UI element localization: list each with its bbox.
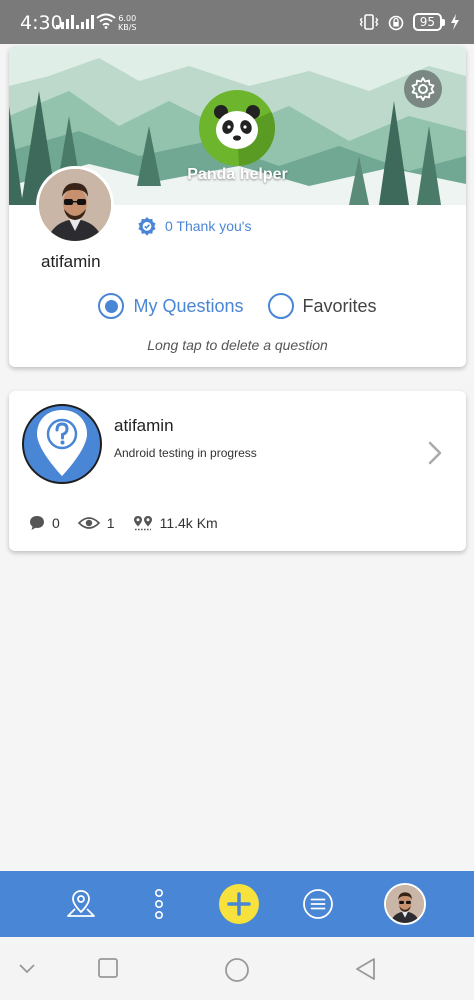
thanks-counter: 0 Thank you's: [137, 216, 251, 236]
recents-icon[interactable]: [97, 957, 119, 979]
question-card[interactable]: atifamin Android testing in progress 0 1: [9, 391, 466, 551]
profile-card: Panda helper 0 Thank you's atifamin My Q…: [9, 46, 466, 367]
distance-value: 11.4k Km: [159, 515, 218, 531]
profile-username: atifamin: [41, 252, 101, 271]
avatar-photo: [386, 885, 424, 923]
comments-stat: 0: [29, 515, 60, 531]
question-author: atifamin: [114, 416, 174, 435]
panda-badge: [199, 90, 275, 166]
nav-profile-avatar[interactable]: [384, 883, 426, 925]
panda-icon: [214, 105, 275, 166]
tab-favorites-label: Favorites: [302, 295, 377, 316]
battery-level: 95: [419, 15, 435, 29]
question-stats: 0 1 11.4k Km: [29, 515, 218, 531]
home-icon[interactable]: [224, 957, 250, 983]
back-icon[interactable]: [354, 957, 378, 981]
views-stat: 1: [77, 515, 115, 531]
eye-icon: [77, 517, 100, 529]
distance-stat: 11.4k Km: [133, 515, 218, 531]
signal-icon: [76, 15, 94, 29]
bottom-nav: [0, 871, 474, 937]
wifi-icon: [96, 13, 116, 29]
tab-favorites[interactable]: Favorites: [267, 293, 377, 319]
network-speed-unit: KB/S: [118, 23, 137, 32]
question-avatar: [22, 404, 102, 484]
delete-hint: Long tap to delete a question: [147, 337, 328, 353]
signal-icon: [56, 15, 74, 29]
nav-list-button[interactable]: [298, 884, 338, 924]
question-filter: My Questions Favorites: [9, 293, 466, 319]
radio-checked-icon: [98, 293, 125, 319]
status-bar: 4:30 6.00 KB/S 95: [0, 0, 474, 44]
thanks-text: 0 Thank you's: [165, 218, 252, 234]
charging-icon: [451, 14, 459, 30]
comments-count: 0: [52, 515, 60, 531]
system-nav-bar: [0, 937, 474, 1000]
vibrate-icon: [359, 14, 379, 30]
network-speed-value: 6.00: [118, 14, 137, 23]
badge-check-icon: [138, 217, 156, 236]
list-icon: [303, 889, 333, 919]
question-text: Android testing in progress: [114, 446, 257, 460]
collapse-chevron-icon[interactable]: [18, 963, 36, 975]
nav-more-button[interactable]: [139, 884, 179, 924]
tab-my-questions-label: My Questions: [133, 295, 244, 316]
add-icon: [227, 892, 251, 916]
comment-icon: [30, 516, 44, 530]
network-speed: 6.00 KB/S: [118, 14, 137, 32]
nav-add-button[interactable]: [219, 884, 259, 924]
nav-map-button[interactable]: [61, 884, 101, 924]
user-avatar[interactable]: [36, 166, 114, 244]
more-vertical-icon: [154, 888, 164, 919]
radio-unchecked-icon: [267, 293, 294, 319]
question-pin-icon: [37, 410, 87, 476]
avatar-photo: [39, 169, 111, 241]
settings-button[interactable]: [404, 70, 442, 108]
distance-icon: [133, 516, 152, 531]
battery-icon: 95: [412, 13, 446, 31]
alarm-icon: [388, 15, 404, 31]
location-pin-icon: [67, 890, 95, 917]
gear-icon: [411, 77, 435, 101]
views-count: 1: [106, 515, 115, 531]
tab-my-questions[interactable]: My Questions: [98, 293, 244, 319]
chevron-right-icon[interactable]: [428, 441, 442, 465]
